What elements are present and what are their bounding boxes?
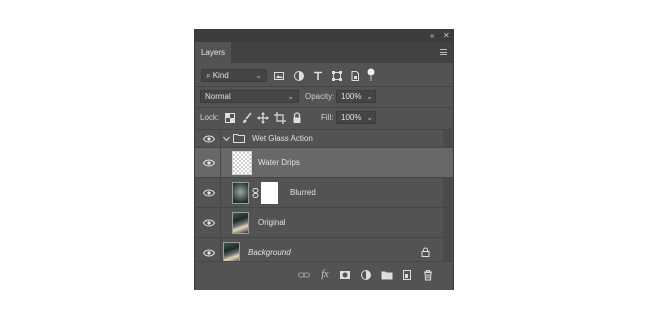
blend-mode-value: Normal: [205, 92, 231, 101]
chevron-down-icon: ⌄: [366, 113, 373, 122]
lock-artboard-icon[interactable]: [274, 112, 286, 124]
opacity-input[interactable]: 100% ⌄: [336, 90, 376, 103]
kind-filter-label: Kind: [212, 71, 229, 80]
layer-thumbnail: [232, 182, 249, 204]
fx-icon[interactable]: fx: [319, 269, 331, 281]
lock-icon: [421, 247, 430, 257]
filter-toggle-icon[interactable]: [366, 68, 378, 83]
chevron-down-icon: ⌄: [366, 92, 373, 101]
layers-list: Wet Glass Action Water Drips Blurred Ori…: [195, 129, 453, 267]
opacity-value: 100%: [341, 92, 362, 101]
tab-layers[interactable]: Layers: [195, 42, 231, 63]
lock-position-move-icon[interactable]: [257, 112, 269, 124]
chevron-down-icon: ⌄: [255, 71, 262, 80]
new-layer-icon[interactable]: [401, 269, 413, 281]
fill-value: 100%: [341, 113, 362, 122]
layer-row-group[interactable]: Wet Glass Action: [195, 129, 453, 147]
divider: [195, 86, 453, 87]
shape-filter-icon[interactable]: [331, 70, 343, 82]
layer-row-original[interactable]: Original: [195, 207, 453, 237]
close-icon[interactable]: ✕: [443, 31, 450, 41]
divider: [195, 107, 453, 108]
chevron-down-icon[interactable]: [223, 136, 230, 142]
layers-panel: « ✕ Layers ⌕ Kind ⌄ Normal ⌄ Opacity: 10…: [194, 29, 454, 290]
layer-name: Blurred: [290, 188, 316, 197]
eye-icon[interactable]: [203, 219, 215, 227]
layer-row-blurred[interactable]: Blurred: [195, 177, 453, 207]
layer-name: Wet Glass Action: [252, 134, 313, 143]
lock-label: Lock:: [200, 113, 220, 122]
eye-icon[interactable]: [203, 135, 215, 143]
kind-filter-select[interactable]: ⌕ Kind ⌄: [201, 69, 267, 82]
link-layers-icon[interactable]: [298, 269, 310, 281]
chevron-down-icon: ⌄: [287, 92, 294, 101]
smart-object-filter-icon[interactable]: [349, 70, 361, 82]
layer-name: Original: [258, 218, 286, 227]
blend-row: Normal ⌄ Opacity: 100% ⌄: [195, 89, 453, 105]
type-filter-icon[interactable]: [312, 70, 324, 82]
blend-mode-select[interactable]: Normal ⌄: [200, 90, 299, 103]
lock-transparency-icon[interactable]: [224, 112, 236, 124]
layer-row-water-drips[interactable]: Water Drips: [195, 147, 453, 177]
new-group-icon[interactable]: [381, 269, 393, 281]
layer-thumbnail: [232, 212, 249, 234]
panel-tabbar: Layers: [195, 42, 453, 63]
fill-label: Fill:: [321, 113, 334, 122]
search-icon: ⌕: [206, 71, 211, 80]
link-icon[interactable]: [252, 188, 259, 198]
folder-icon: [233, 134, 245, 143]
layer-name: Background: [248, 248, 291, 257]
lock-row: Lock: Fill: 100% ⌄: [195, 110, 453, 126]
pixel-filter-icon[interactable]: [273, 70, 285, 82]
layer-mask-thumbnail[interactable]: [261, 182, 278, 204]
layer-thumbnail: [232, 151, 252, 175]
eye-icon[interactable]: [203, 189, 215, 197]
fill-input[interactable]: 100% ⌄: [336, 111, 376, 124]
eye-icon[interactable]: [203, 159, 215, 167]
panel-titlebar: « ✕: [195, 30, 453, 42]
filter-row: ⌕ Kind ⌄: [195, 68, 453, 84]
eye-icon[interactable]: [203, 249, 215, 257]
panel-menu-icon[interactable]: [440, 49, 447, 55]
opacity-label: Opacity:: [305, 92, 335, 101]
collapse-icon[interactable]: «: [430, 31, 434, 41]
adjustment-layer-icon[interactable]: [360, 269, 372, 281]
lock-pixels-brush-icon[interactable]: [241, 112, 253, 124]
adjustment-filter-icon[interactable]: [293, 70, 305, 82]
add-mask-icon[interactable]: [339, 269, 351, 281]
trash-icon[interactable]: [422, 269, 434, 281]
layer-name: Water Drips: [258, 158, 300, 167]
lock-all-icon[interactable]: [291, 112, 303, 124]
layers-bottom-toolbar: fx: [195, 261, 453, 290]
